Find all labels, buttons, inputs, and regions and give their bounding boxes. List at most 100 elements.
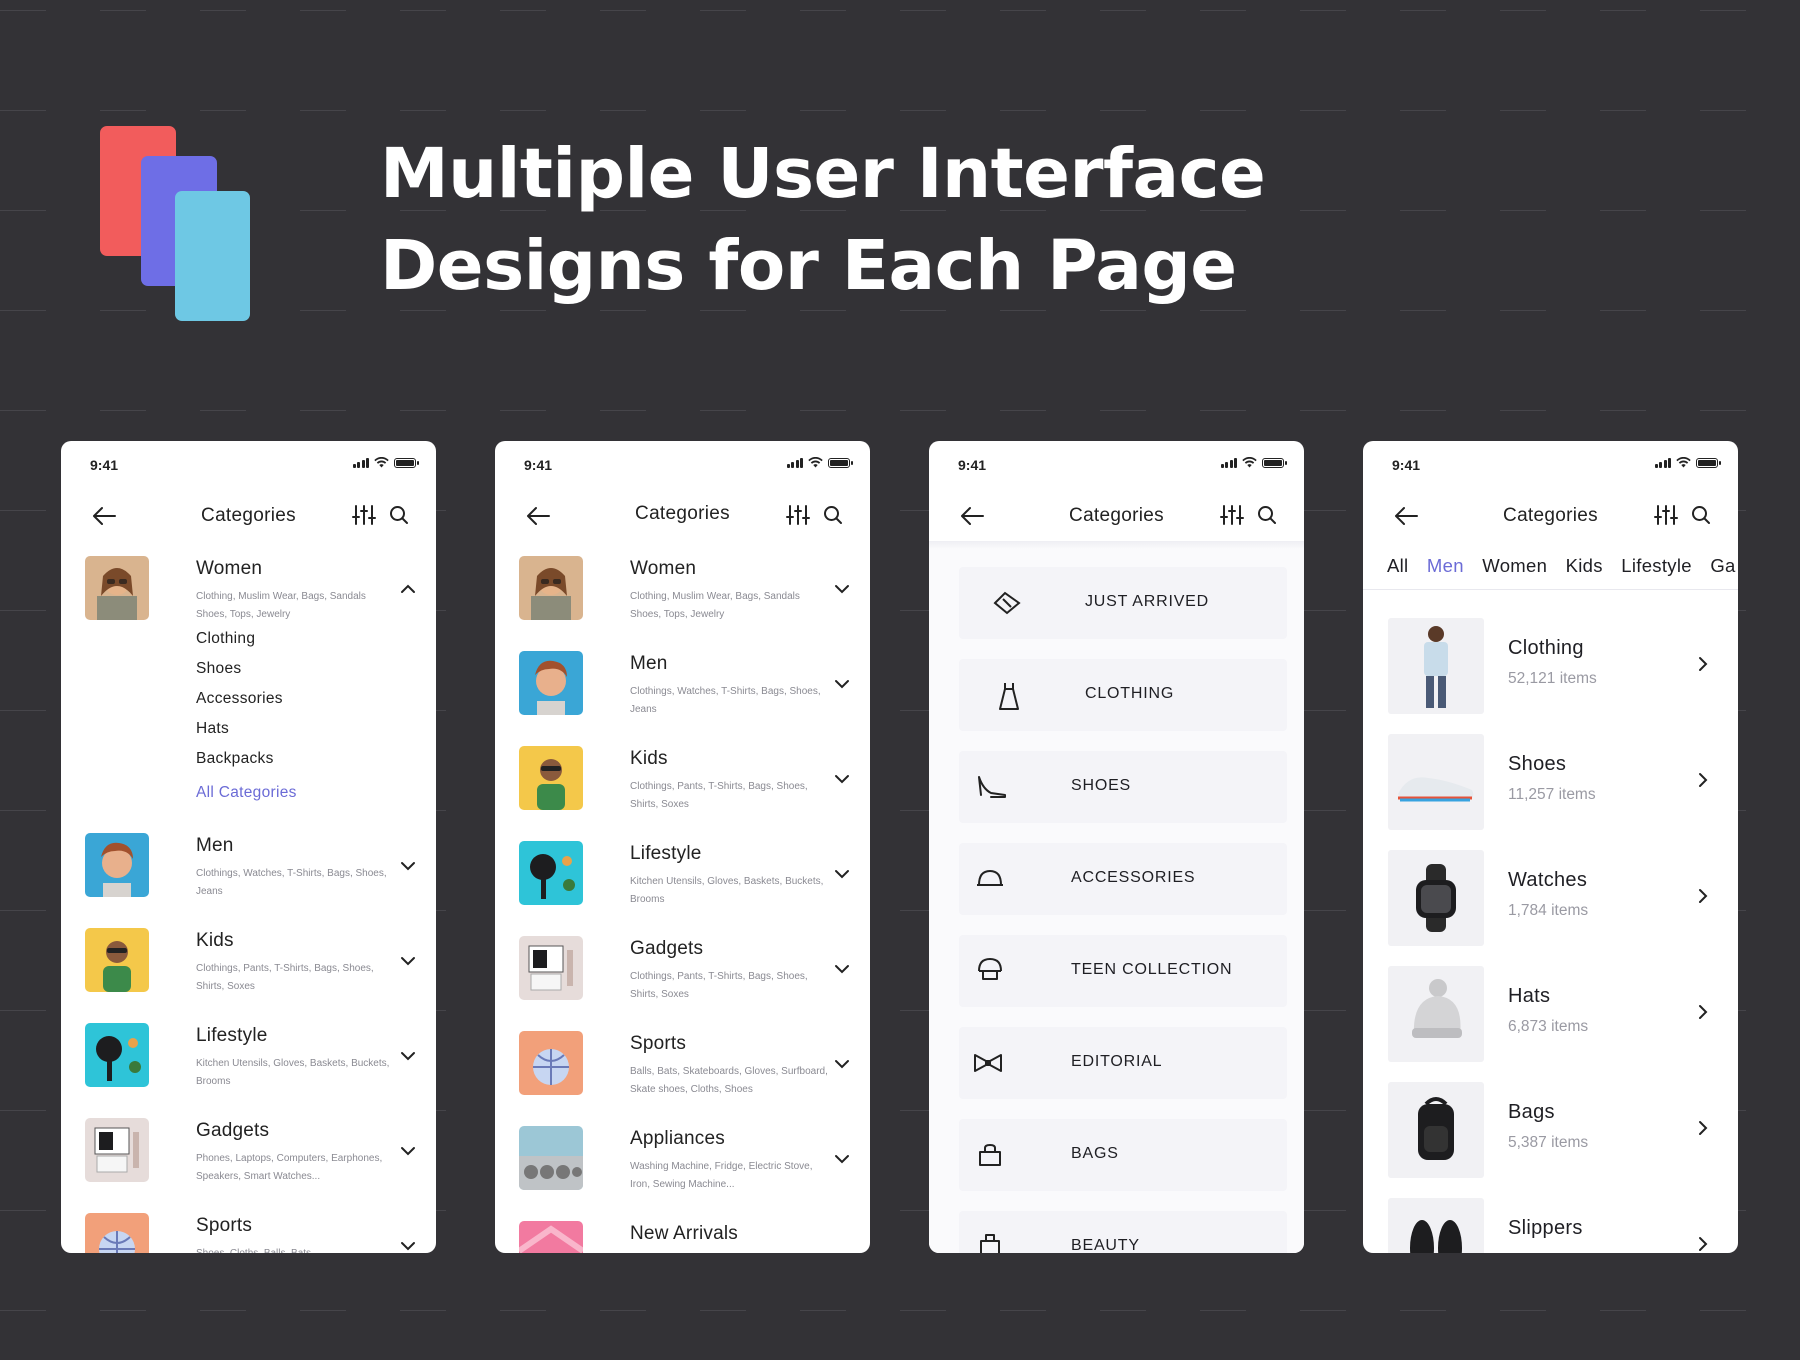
product-category-name: Shoes (1508, 753, 1567, 775)
category-row-kids[interactable]: Kids Clothings, Pants, T-Shirts, Bags, S… (85, 928, 416, 1008)
chevron-right-icon[interactable] (1698, 1236, 1708, 1252)
search-icon[interactable] (389, 505, 409, 525)
search-icon[interactable] (1691, 505, 1711, 525)
chevron-down-icon[interactable] (834, 1154, 850, 1164)
product-category-bags[interactable]: Bags 5,387 items (1388, 1082, 1718, 1178)
page-title: Categories (1069, 505, 1164, 526)
category-row-women[interactable]: Women Clothing, Muslim Wear, Bags, Sanda… (519, 556, 850, 636)
signal-icon (786, 457, 803, 468)
sports-thumbnail (519, 1031, 583, 1095)
category-subtitle: Clothings, Watches, T-Shirts, Bags, Shoe… (630, 686, 821, 715)
category-row-appliances[interactable]: Appliances Washing Machine, Fridge, Elec… (519, 1126, 850, 1206)
search-icon[interactable] (1257, 505, 1277, 525)
category-tile-beauty[interactable]: BEAUTY (959, 1211, 1287, 1253)
subcategory-item[interactable]: Clothing (196, 624, 297, 654)
tab-lifestyle[interactable]: Lifestyle (1621, 555, 1692, 576)
bow-tie-icon (974, 1054, 1002, 1072)
category-row-men[interactable]: Men Clothings, Watches, T-Shirts, Bags, … (519, 651, 850, 731)
product-category-watches[interactable]: Watches 1,784 items (1388, 850, 1718, 946)
nav-bar: Categories (929, 493, 1304, 541)
category-tile-clothing[interactable]: CLOTHING (959, 659, 1287, 731)
battery-icon (1262, 457, 1287, 468)
category-subtitle: Clothings, Watches, T-Shirts, Bags, Shoe… (196, 868, 387, 897)
status-bar: 9:41 (929, 441, 1304, 487)
signal-icon (352, 457, 369, 468)
product-category-name: Slippers (1508, 1217, 1583, 1239)
chevron-down-icon[interactable] (834, 1059, 850, 1069)
tab-men[interactable]: Men (1427, 555, 1464, 576)
headline: Multiple User Interface Designs for Each… (380, 128, 1280, 312)
product-category-name: Clothing (1508, 637, 1584, 659)
hat-icon (977, 870, 1003, 886)
chevron-down-icon[interactable] (834, 869, 850, 879)
subcategory-item[interactable]: Shoes (196, 654, 297, 684)
category-row-gadgets[interactable]: Gadgets Phones, Laptops, Computers, Earp… (85, 1118, 416, 1198)
category-subtitle: Washing Machine, Fridge, Electric Stove,… (630, 1161, 813, 1190)
chevron-up-icon[interactable] (400, 584, 416, 594)
chevron-right-icon[interactable] (1698, 1004, 1708, 1020)
category-row-gadgets[interactable]: Gadgets Clothings, Pants, T-Shirts, Bags… (519, 936, 850, 1016)
category-tile-teen-collection[interactable]: TEEN COLLECTION (959, 935, 1287, 1007)
product-category-clothing[interactable]: Clothing 52,121 items (1388, 618, 1718, 714)
wifi-icon (1242, 457, 1257, 468)
category-name: New Arrivals (630, 1223, 738, 1244)
tile-label: ACCESSORIES (1071, 869, 1196, 886)
tab-kids[interactable]: Kids (1566, 555, 1603, 576)
chevron-right-icon[interactable] (1698, 1120, 1708, 1136)
product-category-count: 11,257 items (1508, 786, 1596, 803)
chevron-down-icon[interactable] (400, 1051, 416, 1061)
chevron-right-icon[interactable] (1698, 888, 1708, 904)
filter-sliders-icon[interactable] (786, 503, 810, 527)
search-icon[interactable] (823, 505, 843, 525)
product-category-count: 1,784 items (1508, 902, 1589, 919)
tile-label: JUST ARRIVED (1085, 593, 1209, 610)
product-category-name: Watches (1508, 869, 1588, 891)
phone-category-tiles: 9:41 Categories JUST ARRIVED CLOTHING SH… (929, 441, 1304, 1253)
category-subtitle: Clothing, Muslim Wear, Bags, Sandals Sho… (196, 591, 366, 620)
category-tab-bar: All Men Women Kids Lifestyle Ga (1387, 555, 1738, 577)
tab-women[interactable]: Women (1482, 555, 1547, 576)
chevron-down-icon[interactable] (400, 1146, 416, 1156)
product-category-count: 5,387 items (1508, 1134, 1589, 1151)
chevron-right-icon[interactable] (1698, 656, 1708, 672)
category-row-kids[interactable]: Kids Clothings, Pants, T-Shirts, Bags, S… (519, 746, 850, 826)
gadgets-thumbnail (519, 936, 583, 1000)
category-tile-accessories[interactable]: ACCESSORIES (959, 843, 1287, 915)
filter-sliders-icon[interactable] (1654, 503, 1678, 527)
tab-all[interactable]: All (1387, 555, 1408, 576)
chevron-down-icon[interactable] (400, 861, 416, 871)
category-row-lifestyle[interactable]: Lifestyle Kitchen Utensils, Gloves, Bask… (519, 841, 850, 921)
category-row-new-arrivals[interactable]: New Arrivals (519, 1221, 850, 1253)
product-category-slippers[interactable]: Slippers (1388, 1198, 1718, 1253)
chevron-down-icon[interactable] (400, 956, 416, 966)
subcategory-item[interactable]: Accessories (196, 684, 297, 714)
category-row-sports[interactable]: Sports Shoes, Cloths, Balls, Bats (85, 1213, 416, 1253)
product-category-shoes[interactable]: Shoes 11,257 items (1388, 734, 1718, 830)
chevron-down-icon[interactable] (400, 1241, 416, 1251)
product-category-count: 6,873 items (1508, 1018, 1589, 1035)
chevron-down-icon[interactable] (834, 679, 850, 689)
category-tile-just-arrived[interactable]: JUST ARRIVED (959, 567, 1287, 639)
chevron-down-icon[interactable] (834, 964, 850, 974)
tab-ga[interactable]: Ga (1710, 555, 1735, 576)
filter-sliders-icon[interactable] (352, 503, 376, 527)
category-row-lifestyle[interactable]: Lifestyle Kitchen Utensils, Gloves, Bask… (85, 1023, 416, 1103)
cosmetics-icon (980, 1234, 1000, 1253)
category-tile-bags[interactable]: BAGS (959, 1119, 1287, 1191)
chevron-right-icon[interactable] (1698, 772, 1708, 788)
chevron-down-icon[interactable] (834, 774, 850, 784)
category-name: Lifestyle (630, 843, 702, 864)
all-categories-link[interactable]: All Categories (196, 778, 297, 808)
subcategory-item[interactable]: Backpacks (196, 744, 297, 774)
chevron-down-icon[interactable] (834, 584, 850, 594)
slippers-image (1388, 1198, 1484, 1253)
product-category-hats[interactable]: Hats 6,873 items (1388, 966, 1718, 1062)
category-tile-editorial[interactable]: EDITORIAL (959, 1027, 1287, 1099)
category-row-sports[interactable]: Sports Balls, Bats, Skateboards, Gloves,… (519, 1031, 850, 1111)
category-tile-shoes[interactable]: SHOES (959, 751, 1287, 823)
nav-bar: Categories (1363, 493, 1738, 541)
category-row-men[interactable]: Men Clothings, Watches, T-Shirts, Bags, … (85, 833, 416, 913)
subcategory-item[interactable]: Hats (196, 714, 297, 744)
wifi-icon (808, 457, 823, 468)
filter-sliders-icon[interactable] (1220, 503, 1244, 527)
